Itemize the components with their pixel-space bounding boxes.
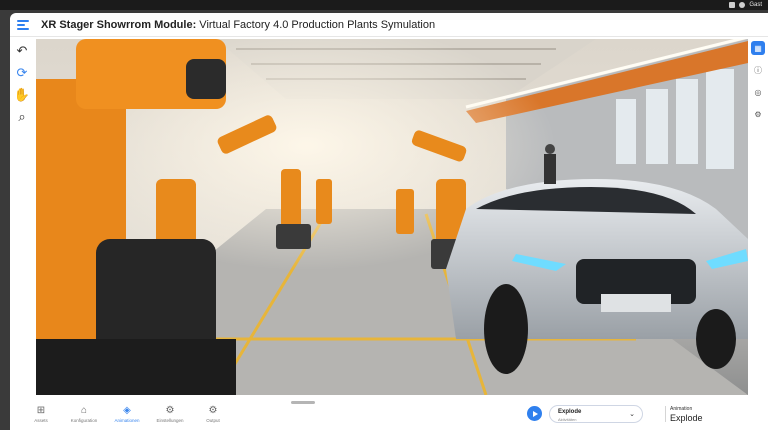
window-icon[interactable] [729, 2, 736, 8]
right-toolbar: ▦ ⓘ ◎ ⚙ [748, 37, 768, 397]
screen: Gast XR Stager Showrrom Module: Virtual … [0, 0, 768, 430]
app-window: XR Stager Showrrom Module: Virtual Facto… [10, 13, 768, 430]
animation-select[interactable]: Explode Aktivitäten ⌄ [549, 405, 643, 423]
window-title: XR Stager Showrrom Module: Virtual Facto… [41, 18, 436, 31]
user-name: Gast [749, 2, 762, 8]
hand-icon[interactable]: ✋ [14, 87, 30, 103]
tab-animationen[interactable]: ◈ Animationen [110, 405, 144, 423]
orbit-icon[interactable]: ⟳ [14, 65, 30, 81]
panel-drag-handle[interactable] [291, 401, 315, 404]
animation-select-value: Explode [558, 409, 582, 415]
play-button[interactable] [527, 406, 542, 421]
tab-konfiguration[interactable]: ⌂ Konfiguration [67, 405, 101, 423]
tab-label: Konfiguration [70, 418, 98, 423]
gear-icon: ⚙ [165, 405, 175, 416]
animation-info-value: Explode [670, 413, 703, 423]
home-icon: ⌂ [80, 405, 88, 416]
gear-icon: ⚙ [208, 405, 218, 416]
user-icon[interactable] [739, 2, 746, 8]
3d-viewport[interactable] [36, 39, 748, 395]
tab-einstellungen[interactable]: ⚙ Einstellungen [153, 405, 187, 423]
factory-scene-image [36, 39, 748, 395]
add-box-icon: ⊞ [36, 405, 46, 416]
animation-info-label: Animation [670, 406, 693, 412]
animation-icon: ◈ [123, 405, 131, 416]
left-toolbar: ↶ ⟳ ✋ ⌕ [10, 37, 34, 397]
tab-assets[interactable]: ⊞ Assets [24, 405, 58, 423]
menu-icon[interactable] [17, 19, 29, 30]
animation-info: Animation Explode [670, 406, 703, 423]
play-icon [532, 410, 538, 417]
tab-label: Assets [34, 418, 48, 423]
layers-icon[interactable]: ▦ [751, 41, 765, 55]
title-bar: XR Stager Showrrom Module: Virtual Facto… [10, 13, 768, 37]
divider [665, 406, 666, 422]
bottom-nav: ⊞ Assets ⌂ Konfiguration ◈ Animationen ⚙… [24, 405, 230, 423]
tab-label: Einstellungen [156, 418, 184, 423]
search-icon[interactable]: ⌕ [14, 109, 30, 125]
animation-select-sublabel: Aktivitäten [558, 417, 577, 422]
bottom-bar: ⊞ Assets ⌂ Konfiguration ◈ Animationen ⚙… [10, 397, 768, 430]
os-tray: Gast [729, 0, 762, 10]
tab-label: Animationen [114, 418, 140, 423]
settings-icon[interactable]: ⚙ [751, 107, 765, 121]
tab-label: Output [206, 418, 220, 423]
tab-output[interactable]: ⚙ Output [196, 405, 230, 423]
os-top-bar: Gast [0, 0, 768, 10]
vr-icon[interactable]: ◎ [751, 85, 765, 99]
chevron-down-icon: ⌄ [629, 411, 635, 418]
back-icon[interactable]: ↶ [14, 43, 30, 59]
info-icon[interactable]: ⓘ [751, 63, 765, 77]
